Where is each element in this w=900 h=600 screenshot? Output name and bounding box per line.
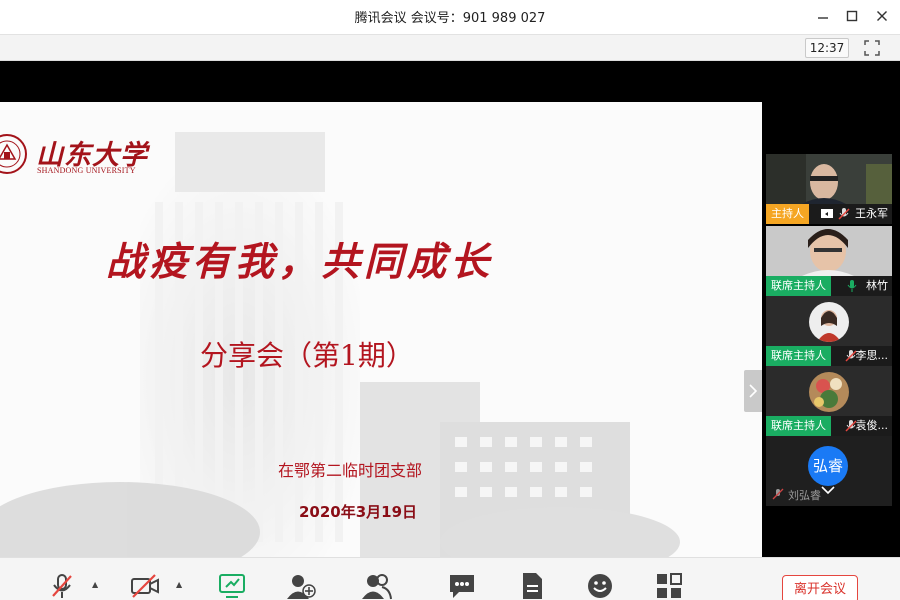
slide-title: 战疫有我，共同成长 bbox=[106, 239, 494, 285]
avatar-photo bbox=[809, 302, 849, 342]
university-seal-logo bbox=[0, 134, 27, 174]
mute-mic-icon[interactable] bbox=[47, 572, 77, 600]
participant-info-bar: 联席主持人 林竹 bbox=[766, 276, 892, 296]
role-badge: 联席主持人 bbox=[766, 346, 831, 366]
meeting-clock: 12:37 bbox=[805, 38, 849, 58]
close-icon bbox=[877, 11, 887, 21]
mic-options-caret-icon[interactable]: ▲ bbox=[92, 580, 98, 589]
role-badge: 联席主持人 bbox=[766, 276, 831, 296]
collapse-panel-button[interactable] bbox=[744, 370, 762, 412]
avatar-photo bbox=[809, 372, 849, 412]
title-bar: 腾讯会议 会议号：901 989 027 bbox=[0, 0, 900, 34]
participants-icon[interactable] bbox=[362, 572, 392, 600]
video-off-icon[interactable] bbox=[130, 572, 160, 600]
document-icon[interactable] bbox=[517, 572, 547, 600]
participant-info-bar: 联席主持人 李思... bbox=[766, 346, 892, 366]
screen-share-icon[interactable] bbox=[217, 572, 247, 600]
slide-subtitle: 分享会（第1期） bbox=[200, 339, 414, 372]
screen-share-icon bbox=[821, 209, 833, 218]
mic-muted-icon bbox=[838, 208, 850, 220]
participant-info-bar: 主持人 王永军 bbox=[766, 204, 892, 224]
window-title: 腾讯会议 会议号：901 989 027 bbox=[354, 11, 546, 26]
fullscreen-icon[interactable] bbox=[864, 40, 880, 56]
university-logo-en: SHANDONG UNIVERSITY bbox=[37, 166, 136, 175]
participant-avatar bbox=[809, 372, 849, 412]
invite-icon[interactable] bbox=[286, 572, 316, 600]
participant-name: 李思... bbox=[855, 349, 889, 362]
shared-screen-area: 山东大学 SHANDONG UNIVERSITY 战疫有我，共同成长 分享会（第… bbox=[0, 61, 900, 557]
participant-avatar bbox=[809, 302, 849, 342]
role-badge: 联席主持人 bbox=[766, 416, 831, 436]
mic-active-icon bbox=[847, 280, 857, 292]
minimize-icon bbox=[818, 17, 828, 19]
maximize-button[interactable] bbox=[839, 4, 865, 28]
slide-organizer: 在鄂第二临时团支部 bbox=[278, 461, 423, 480]
apps-grid-icon[interactable] bbox=[654, 572, 684, 600]
participant-name: 袁俊... bbox=[855, 419, 889, 432]
close-button[interactable] bbox=[869, 4, 895, 28]
participant-video bbox=[766, 226, 892, 276]
role-badge: 主持人 bbox=[766, 204, 809, 224]
participant-name: 林竹 bbox=[866, 279, 888, 292]
shared-slide: 山东大学 SHANDONG UNIVERSITY 战疫有我，共同成长 分享会（第… bbox=[0, 102, 762, 557]
participant-video bbox=[766, 154, 892, 204]
reaction-icon[interactable] bbox=[585, 572, 615, 600]
leave-meeting-button[interactable]: 离开会议 bbox=[782, 575, 858, 600]
chat-icon[interactable] bbox=[447, 572, 477, 600]
meeting-window: 腾讯会议 会议号：901 989 027 12:37 山东大学 SHANDONG… bbox=[0, 0, 900, 600]
chevron-right-icon bbox=[749, 384, 758, 398]
participant-tile[interactable]: 联席主持人 林竹 bbox=[766, 226, 892, 296]
participant-tile[interactable]: 联席主持人 李思... bbox=[766, 296, 892, 366]
participant-tile[interactable]: 联席主持人 袁俊... bbox=[766, 366, 892, 436]
video-options-caret-icon[interactable]: ▲ bbox=[176, 580, 182, 589]
slide-date: 2020年3月19日 bbox=[299, 503, 418, 521]
participant-tile[interactable]: 主持人 王永军 bbox=[766, 154, 892, 224]
mic-muted-icon bbox=[772, 488, 784, 500]
minimize-button[interactable] bbox=[810, 4, 836, 28]
meeting-toolbar: 12:37 bbox=[0, 34, 900, 61]
participant-name: 刘弘睿 bbox=[788, 489, 821, 502]
participant-avatar: 弘睿 bbox=[808, 446, 848, 486]
maximize-icon bbox=[846, 10, 858, 22]
participant-name: 王永军 bbox=[855, 207, 888, 220]
participant-info-bar: 联席主持人 袁俊... bbox=[766, 416, 892, 436]
chevron-down-icon[interactable] bbox=[819, 484, 837, 496]
